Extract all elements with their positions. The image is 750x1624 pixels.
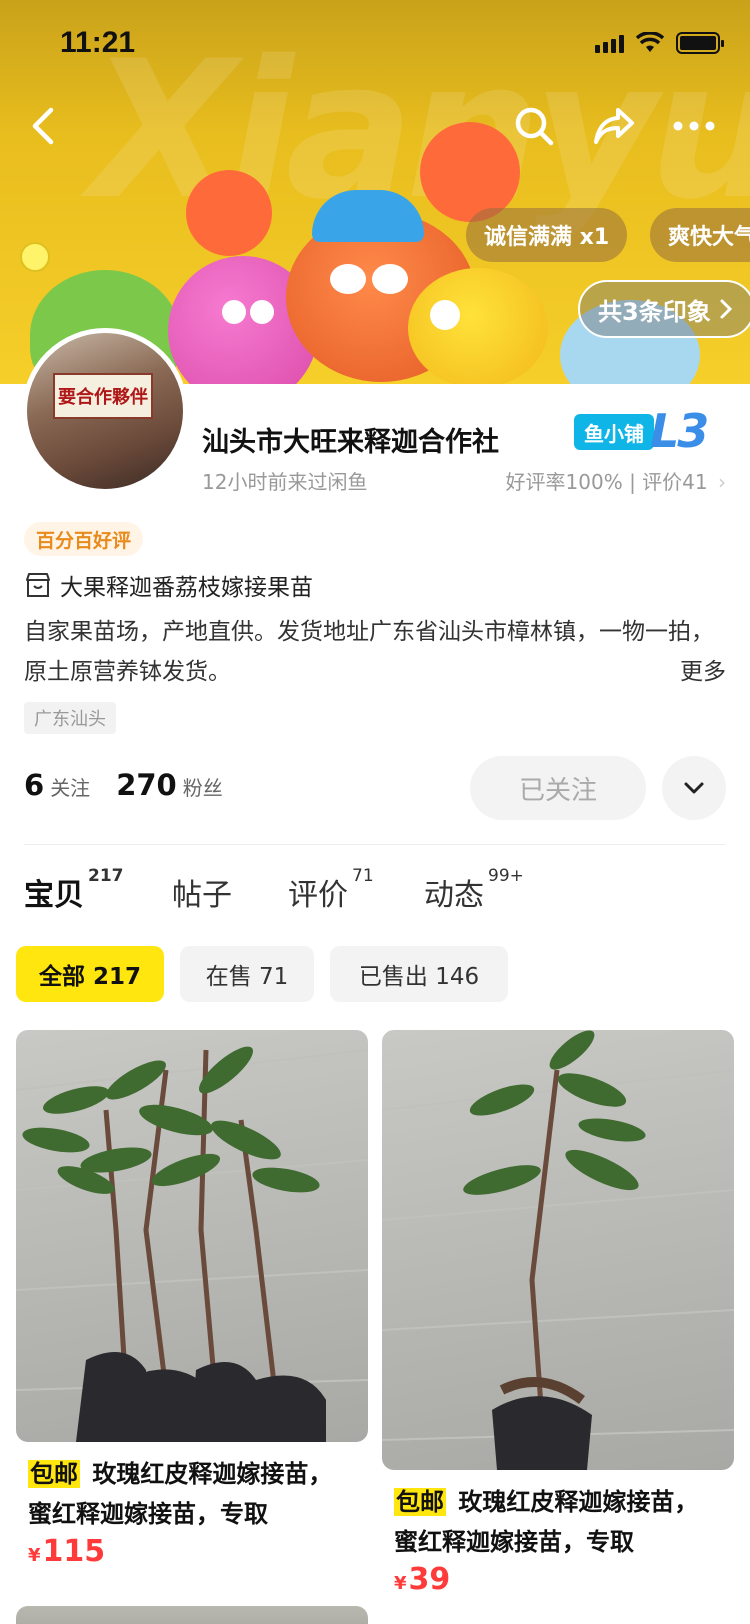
product-title: 包邮 玫瑰红皮释迦嫁接苗，蜜红释迦嫁接苗，专取 — [382, 1482, 734, 1562]
tab-label: 评价 — [288, 878, 348, 913]
good-review-tag: 百分百好评 — [24, 522, 144, 556]
character-eye — [330, 264, 366, 294]
reputation-tag[interactable]: 爽快大气 — [650, 208, 750, 262]
tab-items[interactable]: 宝贝 217 — [24, 866, 124, 914]
tab-label: 动态 — [424, 878, 484, 913]
shop-level: L3 — [650, 404, 709, 458]
next-product-card-peek[interactable] — [16, 1606, 368, 1624]
shop-level-badge[interactable]: 鱼小铺 — [574, 414, 654, 450]
currency-symbol: ¥ — [394, 1573, 407, 1594]
shop-title: 大果释迦番荔枝嫁接果苗 — [24, 568, 313, 602]
product-card[interactable]: 包邮 玫瑰红皮释迦嫁接苗，蜜红释迦嫁接苗，专取 ¥ 39 — [382, 1030, 734, 1597]
fans-stat[interactable]: 270 粉丝 — [116, 768, 223, 802]
fans-label: 粉丝 — [182, 776, 223, 800]
shop-avatar[interactable]: 要合作夥伴 — [22, 328, 188, 494]
tab-label: 宝贝 — [24, 878, 84, 913]
character-eye — [430, 300, 460, 330]
filter-on-sale[interactable]: 在售 71 — [180, 946, 314, 1002]
chevron-right-icon — [720, 299, 732, 319]
avatar-plaque: 要合作夥伴 — [53, 373, 153, 419]
rating-text: 好评率100% | 评价41 — [505, 470, 708, 494]
share-button[interactable] — [588, 100, 640, 152]
shop-name: 汕头市大旺来释迦合作社 — [202, 427, 499, 458]
product-image — [16, 1030, 368, 1442]
section-divider — [24, 844, 726, 845]
following-stat[interactable]: 6 关注 — [24, 768, 90, 802]
share-icon — [594, 108, 634, 144]
character-eye — [250, 300, 274, 324]
impressions-button[interactable]: 共3条印象 — [578, 280, 750, 338]
battery-icon — [676, 32, 724, 54]
store-icon — [26, 573, 50, 597]
product-price: ¥ 39 — [382, 1562, 734, 1597]
chevron-right-icon: › — [718, 470, 726, 494]
product-title: 包邮 玫瑰红皮释迦嫁接苗，蜜红释迦嫁接苗，专取 — [16, 1454, 368, 1534]
free-shipping-badge: 包邮 — [394, 1488, 446, 1516]
seedling-illustration — [16, 1046, 368, 1442]
more-link[interactable]: 更多 — [670, 652, 726, 686]
shop-title-text: 大果释迦番荔枝嫁接果苗 — [60, 575, 313, 601]
more-dots-icon — [673, 121, 715, 131]
shop-description: 自家果苗场，产地直供。发货地址广东省汕头市樟林镇，一物一拍，原土原营养钵发货。 — [24, 619, 714, 685]
tab-count: 71 — [352, 866, 374, 886]
follow-stats: 6 关注 270 粉丝 — [24, 768, 223, 802]
tab-count: 217 — [88, 866, 124, 886]
tab-posts[interactable]: 帖子 — [172, 870, 232, 914]
following-count: 6 — [24, 768, 45, 802]
status-icons — [595, 32, 724, 54]
chevron-left-icon — [32, 107, 54, 145]
character-eye — [372, 264, 408, 294]
back-button[interactable] — [18, 100, 70, 152]
rating-link[interactable]: 好评率100% | 评价41 › — [506, 466, 726, 495]
lightbulb-icon — [20, 242, 50, 272]
search-button[interactable] — [508, 100, 560, 152]
location-tag: 广东汕头 — [24, 702, 116, 734]
price-value: 39 — [408, 1562, 451, 1597]
filter-sold[interactable]: 已售出 146 — [330, 946, 508, 1002]
tab-count: 99+ — [488, 866, 524, 886]
character-eye — [222, 300, 246, 324]
price-value: 115 — [42, 1534, 106, 1569]
crab-claw-right — [420, 122, 520, 222]
chevron-down-icon — [684, 782, 704, 794]
tab-activity[interactable]: 动态 99+ — [424, 866, 524, 914]
reputation-tag[interactable]: 诚信满满 x1 — [466, 208, 628, 262]
signal-icon — [595, 33, 624, 53]
tab-label: 帖子 — [172, 878, 232, 913]
shop-banner: Xianyu 11:21 诚信满满 x1 爽快大气 共3条印象 — [0, 0, 750, 384]
wifi-icon — [636, 32, 664, 52]
free-shipping-badge: 包邮 — [28, 1460, 80, 1488]
followed-button[interactable]: 已关注 — [470, 756, 646, 820]
seedling-illustration — [382, 1030, 734, 1470]
fans-count: 270 — [116, 768, 177, 802]
impressions-label: 共3条印象 — [598, 297, 711, 326]
filter-all[interactable]: 全部 217 — [16, 946, 164, 1002]
more-options-button[interactable] — [668, 100, 720, 152]
product-price: ¥ 115 — [16, 1534, 368, 1569]
following-label: 关注 — [50, 776, 91, 800]
yellow-character — [408, 268, 548, 384]
status-time: 11:21 — [60, 26, 136, 59]
last-visit: 12小时前来过闲鱼 — [202, 470, 368, 494]
tab-reviews[interactable]: 评价 71 — [288, 866, 374, 914]
currency-symbol: ¥ — [28, 1545, 41, 1566]
crab-claw-left — [186, 170, 272, 256]
product-image — [382, 1030, 734, 1470]
product-card[interactable]: 包邮 玫瑰红皮释迦嫁接苗，蜜红释迦嫁接苗，专取 ¥ 115 — [16, 1030, 368, 1569]
follow-dropdown-button[interactable] — [662, 756, 726, 820]
search-icon — [515, 107, 554, 146]
